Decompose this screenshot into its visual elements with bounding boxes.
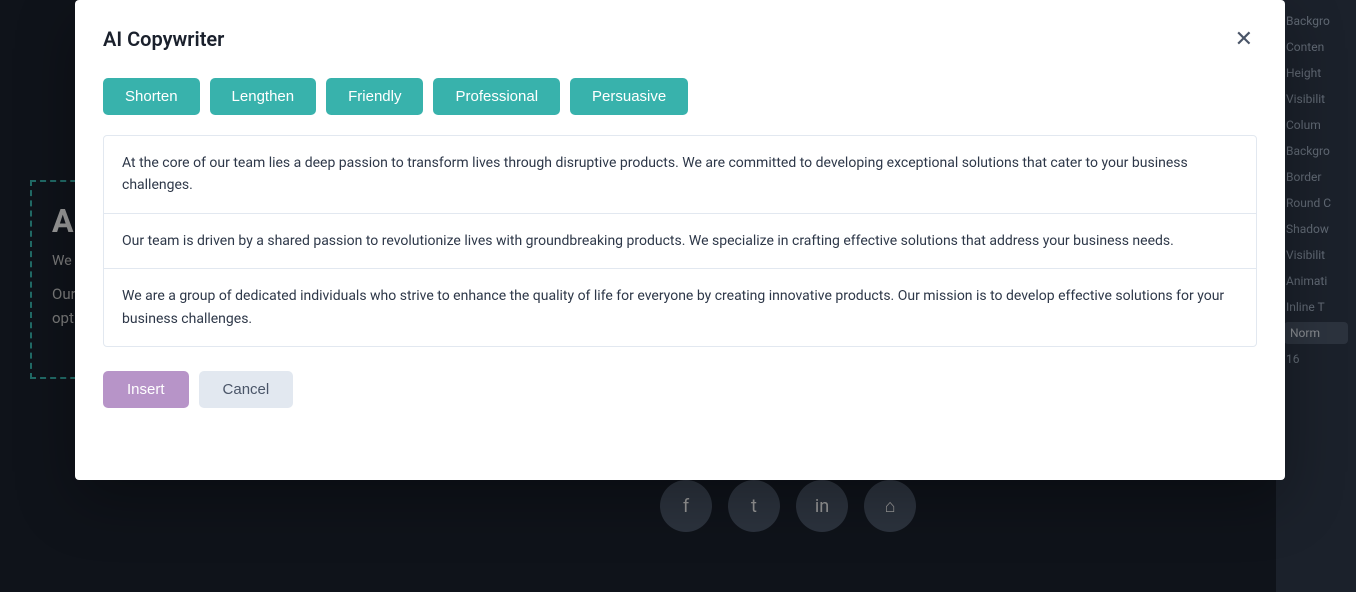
lengthen-button[interactable]: Lengthen [210, 78, 317, 115]
action-buttons-group: Shorten Lengthen Friendly Professional P… [103, 78, 1257, 115]
modal-title: AI Copywriter [103, 27, 224, 51]
cancel-button[interactable]: Cancel [199, 371, 294, 408]
ai-copywriter-modal: AI Copywriter ✕ Shorten Lengthen Friendl… [75, 0, 1285, 480]
persuasive-button[interactable]: Persuasive [570, 78, 688, 115]
modal-header: AI Copywriter ✕ [103, 24, 1257, 54]
professional-button[interactable]: Professional [433, 78, 560, 115]
friendly-button[interactable]: Friendly [326, 78, 423, 115]
text-option-1[interactable]: At the core of our team lies a deep pass… [104, 136, 1256, 214]
modal-backdrop: AI Copywriter ✕ Shorten Lengthen Friendl… [0, 0, 1356, 592]
text-option-3[interactable]: We are a group of dedicated individuals … [104, 269, 1256, 346]
modal-footer: Insert Cancel [103, 371, 1257, 408]
modal-close-button[interactable]: ✕ [1231, 24, 1257, 54]
text-option-2[interactable]: Our team is driven by a shared passion t… [104, 214, 1256, 269]
insert-button[interactable]: Insert [103, 371, 189, 408]
shorten-button[interactable]: Shorten [103, 78, 200, 115]
text-options-list: At the core of our team lies a deep pass… [103, 135, 1257, 347]
